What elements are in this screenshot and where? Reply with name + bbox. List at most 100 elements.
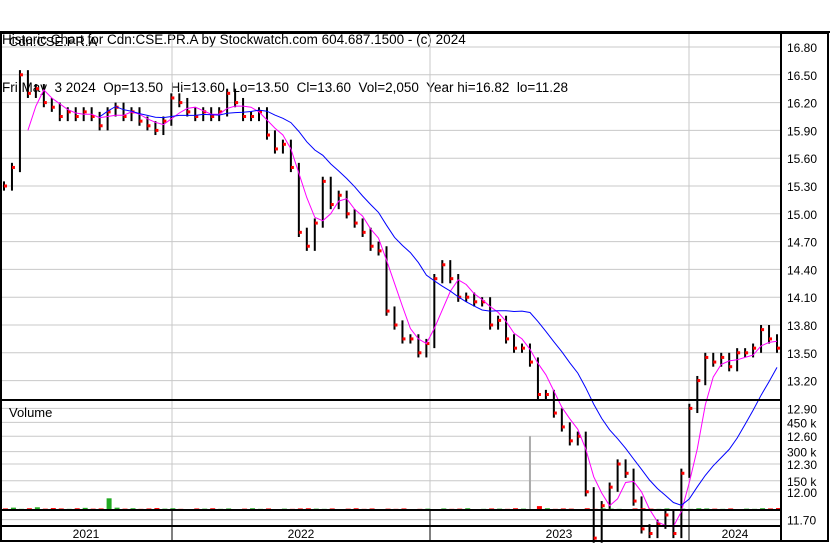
price-marks xyxy=(3,70,780,543)
close-mark xyxy=(235,101,239,105)
close-mark xyxy=(617,462,621,466)
volume-tick-label: 300 k xyxy=(787,446,817,460)
close-mark xyxy=(187,110,191,114)
close-mark xyxy=(171,96,175,100)
volume-label: Volume xyxy=(9,405,52,420)
close-mark xyxy=(506,337,510,341)
close-mark xyxy=(625,471,629,475)
close-mark xyxy=(697,379,701,383)
close-mark xyxy=(705,355,709,359)
close-mark xyxy=(681,471,685,475)
close-mark xyxy=(402,337,406,341)
close-mark xyxy=(83,110,87,114)
close-mark xyxy=(442,263,446,267)
close-mark xyxy=(274,147,278,151)
close-mark xyxy=(370,244,374,248)
close-mark xyxy=(665,513,669,517)
price-tick-label: 13.50 xyxy=(787,347,817,361)
volume-bars xyxy=(3,436,781,510)
price-tick-label: 13.80 xyxy=(787,319,817,333)
close-mark xyxy=(434,277,438,281)
price-tick-label: 14.70 xyxy=(787,236,817,250)
year-tick-label: 2023 xyxy=(546,527,573,541)
price-tick-label: 14.40 xyxy=(787,263,817,277)
close-mark xyxy=(298,230,302,234)
price-tick-label: 12.30 xyxy=(787,458,817,472)
price-tick-label: 15.30 xyxy=(787,180,817,194)
close-mark xyxy=(721,355,725,359)
symbol-label: Cdn:CSE.PR.A xyxy=(9,34,97,49)
close-mark xyxy=(466,295,470,299)
close-mark xyxy=(354,221,358,225)
close-mark xyxy=(569,439,573,443)
short-moving-average-line xyxy=(27,89,778,528)
close-mark xyxy=(282,142,286,146)
axis-labels: 16.80 16.50 16.20 15.90 15.60 15.30 15.00 14.70… xyxy=(73,41,818,543)
close-mark xyxy=(43,101,47,105)
volume-tick-label: 150 k xyxy=(787,475,817,489)
price-tick-label: 13.20 xyxy=(787,375,817,389)
price-tick-label: 16.80 xyxy=(787,41,817,55)
close-mark xyxy=(99,124,103,128)
close-mark xyxy=(745,351,749,355)
close-mark xyxy=(729,365,733,369)
close-mark xyxy=(545,393,549,396)
close-mark xyxy=(641,527,645,531)
close-mark xyxy=(394,323,398,327)
price-tick-label: 15.60 xyxy=(787,152,817,166)
close-mark xyxy=(529,360,533,364)
close-mark xyxy=(11,165,15,169)
close-mark xyxy=(753,346,757,350)
price-tick-label: 14.10 xyxy=(787,291,817,305)
close-mark xyxy=(346,212,350,216)
close-mark xyxy=(306,244,310,248)
year-tick-label: 2024 xyxy=(722,527,749,541)
close-mark xyxy=(561,425,565,429)
close-mark xyxy=(386,309,390,313)
close-mark xyxy=(362,230,366,234)
close-mark xyxy=(227,91,231,95)
close-mark xyxy=(514,346,518,350)
price-tick-label: 15.00 xyxy=(787,208,817,222)
close-mark xyxy=(243,115,247,118)
close-mark xyxy=(211,115,215,118)
close-mark xyxy=(521,346,525,350)
close-mark xyxy=(35,87,39,91)
outer-border xyxy=(0,32,829,542)
price-tick-label: 11.70 xyxy=(787,514,816,528)
close-mark xyxy=(251,115,255,118)
close-mark xyxy=(418,351,422,355)
close-mark xyxy=(59,115,63,118)
close-mark xyxy=(689,406,693,410)
price-tick-label: 15.90 xyxy=(787,124,817,138)
close-mark xyxy=(179,101,183,105)
close-mark xyxy=(769,337,773,341)
close-mark xyxy=(290,165,294,169)
close-mark xyxy=(314,221,318,225)
price-tick-label: 12.90 xyxy=(787,402,817,416)
close-mark xyxy=(322,179,326,183)
close-mark xyxy=(593,536,597,540)
close-mark xyxy=(19,73,23,77)
price-tick-label: 16.20 xyxy=(787,97,817,111)
close-mark xyxy=(51,105,55,109)
close-mark xyxy=(498,318,502,322)
grid-lines xyxy=(0,34,781,521)
stock-chart: Cdn:CSE.PR.A Volume 16.80 16.50 16.20 15.90… xyxy=(0,31,830,543)
close-mark xyxy=(490,323,494,327)
close-mark xyxy=(155,128,159,132)
close-mark xyxy=(777,346,780,350)
close-mark xyxy=(338,193,342,197)
close-mark xyxy=(649,532,653,535)
volume-bar xyxy=(106,498,112,510)
price-tick-label: 16.50 xyxy=(787,69,817,83)
price-tick-label: 12.60 xyxy=(787,430,817,444)
close-mark xyxy=(330,203,334,207)
close-mark xyxy=(410,337,414,341)
volume-tick-label: 450 k xyxy=(787,416,817,430)
year-tick-label: 2021 xyxy=(73,527,100,541)
close-mark xyxy=(147,124,151,128)
close-mark xyxy=(537,393,541,396)
close-mark xyxy=(713,360,717,364)
close-mark xyxy=(378,249,382,253)
